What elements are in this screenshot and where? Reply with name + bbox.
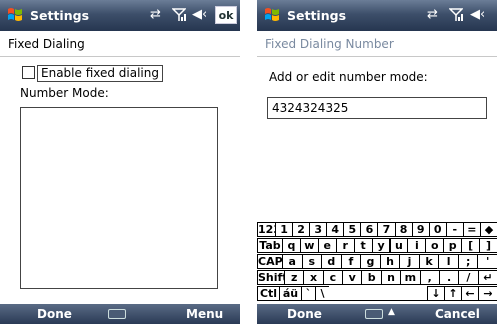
app-title: Settings: [30, 8, 90, 23]
number-mode-list[interactable]: [20, 107, 218, 289]
key[interactable]: ←: [461, 286, 479, 301]
key[interactable]: \: [315, 286, 330, 301]
key[interactable]: n: [380, 270, 402, 285]
key[interactable]: k: [418, 254, 440, 269]
key[interactable]: v: [342, 270, 363, 285]
key[interactable]: 1: [275, 222, 294, 237]
key[interactable]: ↵: [477, 270, 497, 285]
key[interactable]: y: [371, 238, 391, 253]
key[interactable]: x: [303, 270, 324, 285]
key[interactable]: 6: [360, 222, 379, 237]
key[interactable]: 5: [343, 222, 362, 237]
key[interactable]: Shift: [257, 270, 288, 285]
volume-icon[interactable]: ◀‹: [470, 6, 485, 24]
key[interactable]: 0: [428, 222, 447, 237]
key[interactable]: d: [321, 254, 342, 269]
key[interactable]: /: [458, 270, 479, 285]
keyboard-row: Tab q w e r t y u i o p[]: [257, 238, 497, 254]
key[interactable]: o: [425, 238, 445, 253]
menu-softkey[interactable]: Menu: [186, 306, 223, 322]
keyboard-icon[interactable]: [365, 309, 383, 319]
key[interactable]: =: [462, 222, 481, 237]
key[interactable]: CAP: [257, 254, 283, 269]
key[interactable]: w: [299, 238, 319, 253]
key[interactable]: a: [282, 254, 303, 269]
keyboard-menu-caret-icon[interactable]: ▲: [388, 306, 395, 318]
prompt-label: Add or edit number mode:: [269, 70, 428, 84]
softkey-bar: Done Menu: [0, 304, 240, 324]
key[interactable]: ◆: [479, 222, 497, 237]
keyboard-row: 123 1 2 3 4 5 6 7 8 9 0- = ◆: [257, 222, 497, 238]
key[interactable]: ;: [457, 254, 479, 269]
key[interactable]: 2: [292, 222, 311, 237]
key[interactable]: u: [389, 238, 409, 253]
ok-button[interactable]: ok: [215, 6, 237, 24]
signal-icon: [172, 8, 186, 21]
key[interactable]: p: [443, 238, 463, 253]
windows-logo-icon[interactable]: [6, 6, 24, 24]
number-input[interactable]: 4324324325: [267, 97, 487, 119]
key[interactable]: m: [400, 270, 421, 285]
signal-icon: [449, 8, 463, 21]
done-softkey[interactable]: Done: [287, 306, 322, 322]
cancel-softkey[interactable]: Cancel: [435, 306, 480, 322]
softkey-bar: Done ▲ Cancel: [257, 304, 497, 324]
key[interactable]: ↓: [427, 286, 445, 301]
fixed-dialing-number-screen: Settings ⇄ ◀‹ Fixed Dialing Number Add o…: [257, 0, 497, 324]
key[interactable]: ↑: [444, 286, 462, 301]
title-bar: Settings ⇄ ◀‹ ok: [0, 0, 240, 31]
key[interactable]: ]: [479, 238, 497, 253]
key[interactable]: t: [353, 238, 373, 253]
keyboard-row: Ctl áü ` \ ↓ ↑ ← →: [257, 286, 497, 302]
fixed-dialing-screen: Settings ⇄ ◀‹ ok Fixed Dialing Enable fi…: [0, 0, 240, 324]
page-title: Fixed Dialing Number: [257, 31, 497, 57]
key[interactable]: .: [438, 270, 460, 285]
key[interactable]: 123: [257, 222, 281, 237]
keyboard-row: Shift z x c v b n m,. / ↵: [257, 270, 497, 286]
key[interactable]: i: [407, 238, 427, 253]
volume-icon[interactable]: ◀‹: [192, 6, 207, 24]
key[interactable]: 7: [377, 222, 396, 237]
key[interactable]: e: [317, 238, 337, 253]
key[interactable]: h: [379, 254, 401, 269]
key[interactable]: -: [445, 222, 464, 237]
page-title: Fixed Dialing: [0, 31, 240, 57]
key[interactable]: r: [335, 238, 355, 253]
number-mode-label: Number Mode:: [20, 86, 109, 100]
checkbox-box[interactable]: [22, 66, 35, 79]
done-softkey[interactable]: Done: [37, 306, 72, 322]
key[interactable]: f: [340, 254, 362, 269]
key[interactable]: 3: [309, 222, 328, 237]
keyboard-icon[interactable]: [108, 309, 126, 319]
sync-arrows-icon: ⇄: [150, 7, 161, 22]
app-title: Settings: [287, 8, 347, 23]
key[interactable]: c: [322, 270, 344, 285]
key[interactable]: `: [301, 286, 316, 301]
key[interactable]: [: [461, 238, 481, 253]
key[interactable]: q: [282, 238, 301, 253]
key[interactable]: z: [284, 270, 305, 285]
sync-arrows-icon: ⇄: [427, 7, 438, 22]
key[interactable]: g: [360, 254, 381, 269]
key[interactable]: j: [399, 254, 420, 269]
key[interactable]: l: [438, 254, 459, 269]
key[interactable]: ': [477, 254, 497, 269]
key[interactable]: s: [301, 254, 323, 269]
key[interactable]: →: [478, 286, 497, 301]
key-space[interactable]: [329, 286, 428, 301]
title-bar: Settings ⇄ ◀‹: [257, 0, 497, 31]
key[interactable]: Ctl: [257, 286, 280, 301]
soft-keyboard: 123 1 2 3 4 5 6 7 8 9 0- = ◆ Tab q w e r t y u i o p[] CAP a s d f g h…: [257, 222, 497, 304]
key[interactable]: 8: [394, 222, 413, 237]
checkbox-label[interactable]: Enable fixed dialing: [37, 65, 163, 82]
keyboard-row: CAP a s d f g h j k l; ': [257, 254, 497, 270]
key[interactable]: 9: [411, 222, 430, 237]
key[interactable]: b: [361, 270, 382, 285]
key[interactable]: áü: [279, 286, 302, 301]
key[interactable]: Tab: [257, 238, 283, 253]
windows-logo-icon[interactable]: [263, 6, 281, 24]
key[interactable]: 4: [326, 222, 345, 237]
key[interactable]: ,: [419, 270, 440, 285]
